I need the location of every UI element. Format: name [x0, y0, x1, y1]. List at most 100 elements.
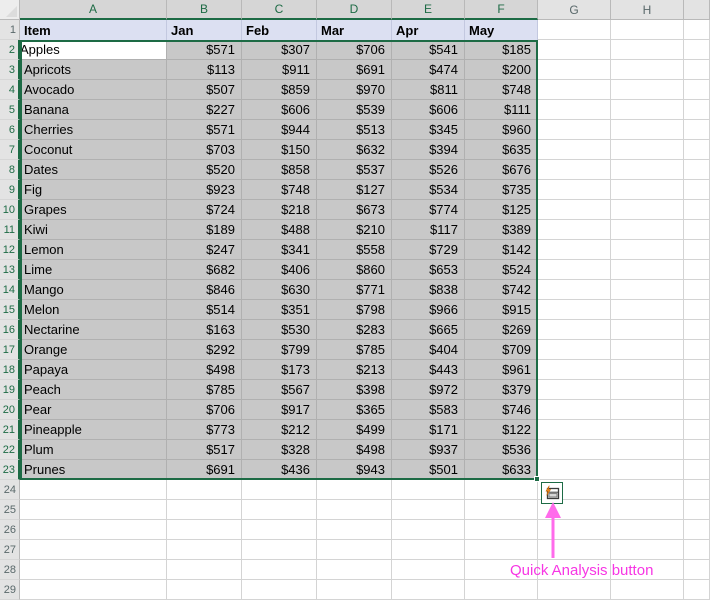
cell-E8[interactable]: $526 [392, 160, 465, 180]
row-header-16[interactable]: 16 [0, 320, 20, 340]
cell-B28[interactable] [167, 560, 242, 580]
cell-C28[interactable] [242, 560, 317, 580]
cell-A11[interactable]: Kiwi [20, 220, 167, 240]
cell-B19[interactable]: $785 [167, 380, 242, 400]
cell-B29[interactable] [167, 580, 242, 600]
cell-H26[interactable] [611, 520, 684, 540]
cell-overflow20[interactable] [684, 400, 710, 420]
cell-G20[interactable] [538, 400, 611, 420]
cell-E3[interactable]: $474 [392, 60, 465, 80]
cell-H12[interactable] [611, 240, 684, 260]
cell-G6[interactable] [538, 120, 611, 140]
cell-G7[interactable] [538, 140, 611, 160]
cell-C19[interactable]: $567 [242, 380, 317, 400]
cell-B16[interactable]: $163 [167, 320, 242, 340]
cell-C27[interactable] [242, 540, 317, 560]
cell-B26[interactable] [167, 520, 242, 540]
cell-A20[interactable]: Pear [20, 400, 167, 420]
row-header-8[interactable]: 8 [0, 160, 20, 180]
cell-overflow12[interactable] [684, 240, 710, 260]
cell-H24[interactable] [611, 480, 684, 500]
cell-D14[interactable]: $771 [317, 280, 392, 300]
cell-E20[interactable]: $583 [392, 400, 465, 420]
cell-C9[interactable]: $748 [242, 180, 317, 200]
cell-D4[interactable]: $970 [317, 80, 392, 100]
cell-overflow24[interactable] [684, 480, 710, 500]
cell-G11[interactable] [538, 220, 611, 240]
cell-A16[interactable]: Nectarine [20, 320, 167, 340]
cell-D29[interactable] [317, 580, 392, 600]
cell-E18[interactable]: $443 [392, 360, 465, 380]
cell-C6[interactable]: $944 [242, 120, 317, 140]
cell-D25[interactable] [317, 500, 392, 520]
cell-C3[interactable]: $911 [242, 60, 317, 80]
cell-C7[interactable]: $150 [242, 140, 317, 160]
cell-A12[interactable]: Lemon [20, 240, 167, 260]
row-header-17[interactable]: 17 [0, 340, 20, 360]
row-header-19[interactable]: 19 [0, 380, 20, 400]
cell-B21[interactable]: $773 [167, 420, 242, 440]
row-header-24[interactable]: 24 [0, 480, 20, 500]
cell-F16[interactable]: $269 [465, 320, 538, 340]
cell-B5[interactable]: $227 [167, 100, 242, 120]
row-header-5[interactable]: 5 [0, 100, 20, 120]
cell-A18[interactable]: Papaya [20, 360, 167, 380]
cell-D10[interactable]: $673 [317, 200, 392, 220]
cell-overflow7[interactable] [684, 140, 710, 160]
cell-B10[interactable]: $724 [167, 200, 242, 220]
cell-B3[interactable]: $113 [167, 60, 242, 80]
cell-B8[interactable]: $520 [167, 160, 242, 180]
cell-A27[interactable] [20, 540, 167, 560]
cell-F3[interactable]: $200 [465, 60, 538, 80]
cell-A24[interactable] [20, 480, 167, 500]
cell-A26[interactable] [20, 520, 167, 540]
cell-F2[interactable]: $185 [465, 40, 538, 60]
row-header-11[interactable]: 11 [0, 220, 20, 240]
cell-D20[interactable]: $365 [317, 400, 392, 420]
column-header-c[interactable]: C [242, 0, 317, 20]
row-header-28[interactable]: 28 [0, 560, 20, 580]
cell-H10[interactable] [611, 200, 684, 220]
cell-A15[interactable]: Melon [20, 300, 167, 320]
cell-F22[interactable]: $536 [465, 440, 538, 460]
cell-A4[interactable]: Avocado [20, 80, 167, 100]
cell-D3[interactable]: $691 [317, 60, 392, 80]
cell-G18[interactable] [538, 360, 611, 380]
cell-A10[interactable]: Grapes [20, 200, 167, 220]
cell-B23[interactable]: $691 [167, 460, 242, 480]
cell-G8[interactable] [538, 160, 611, 180]
cell-F5[interactable]: $111 [465, 100, 538, 120]
cell-D28[interactable] [317, 560, 392, 580]
cell-C12[interactable]: $341 [242, 240, 317, 260]
cell-A17[interactable]: Orange [20, 340, 167, 360]
cell-E9[interactable]: $534 [392, 180, 465, 200]
column-header-a[interactable]: A [20, 0, 167, 20]
quick-analysis-button[interactable] [541, 482, 563, 504]
cell-F19[interactable]: $379 [465, 380, 538, 400]
row-header-22[interactable]: 22 [0, 440, 20, 460]
cell-H9[interactable] [611, 180, 684, 200]
cell-F4[interactable]: $748 [465, 80, 538, 100]
cell-G23[interactable] [538, 460, 611, 480]
cell-E5[interactable]: $606 [392, 100, 465, 120]
cell-E7[interactable]: $394 [392, 140, 465, 160]
cell-D21[interactable]: $499 [317, 420, 392, 440]
cell-A2[interactable]: Apples [20, 40, 167, 60]
cell-F9[interactable]: $735 [465, 180, 538, 200]
header-cell-A1[interactable]: Item [20, 20, 167, 40]
cell-D13[interactable]: $860 [317, 260, 392, 280]
cell-B17[interactable]: $292 [167, 340, 242, 360]
cell-overflow23[interactable] [684, 460, 710, 480]
cell-G12[interactable] [538, 240, 611, 260]
cell-F8[interactable]: $676 [465, 160, 538, 180]
fill-handle[interactable] [534, 476, 540, 482]
cell-A6[interactable]: Cherries [20, 120, 167, 140]
column-header-e[interactable]: E [392, 0, 465, 20]
row-header-9[interactable]: 9 [0, 180, 20, 200]
cell-G21[interactable] [538, 420, 611, 440]
cell-D18[interactable]: $213 [317, 360, 392, 380]
cell-B12[interactable]: $247 [167, 240, 242, 260]
cell-overflow27[interactable] [684, 540, 710, 560]
cell-F10[interactable]: $125 [465, 200, 538, 220]
cell-E23[interactable]: $501 [392, 460, 465, 480]
